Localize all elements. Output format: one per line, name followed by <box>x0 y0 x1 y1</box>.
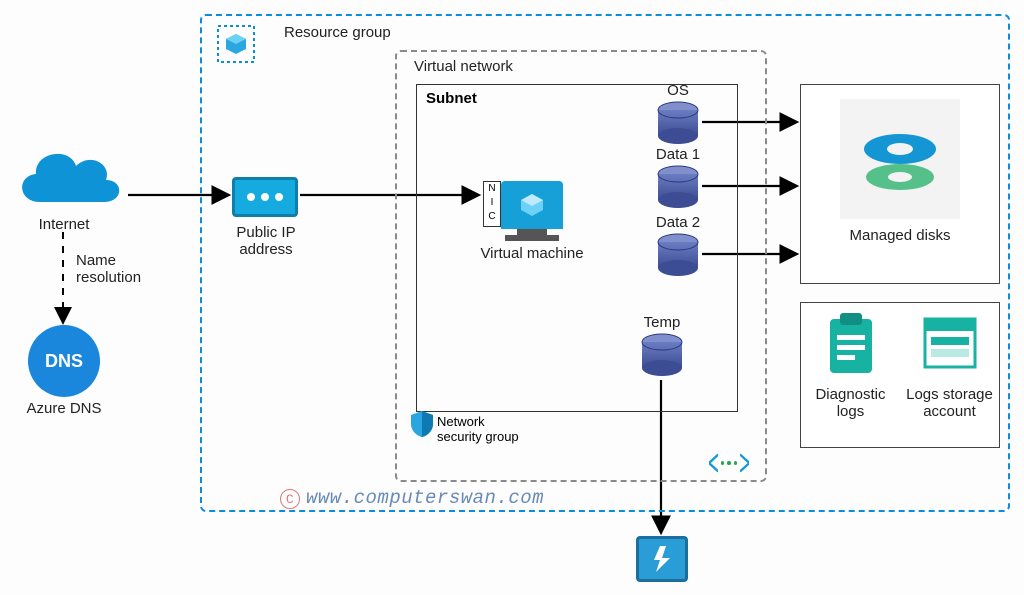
dns-label: Azure DNS <box>14 400 114 417</box>
clipboard-icon <box>826 313 876 380</box>
public-ip-label: Public IP address <box>216 224 316 258</box>
logs-storage-label: Logs storage account <box>906 386 993 420</box>
shield-icon <box>411 411 433 437</box>
resource-group-icon <box>216 24 256 64</box>
watermark-text: www.computerswan.com <box>306 487 544 509</box>
logs-card: Diagnostic logs Logs storage account <box>800 302 1000 448</box>
watermark: Cwww.computerswan.com <box>280 487 544 509</box>
storage-account-icon <box>923 313 977 380</box>
disk-data1-icon <box>656 165 700 209</box>
managed-disks-label: Managed disks <box>801 227 999 244</box>
dns-icon: DNS <box>28 325 100 397</box>
subnet-label: Subnet <box>426 90 477 107</box>
dns-badge: DNS <box>45 351 83 372</box>
logs-storage-group: Logs storage account <box>900 303 999 447</box>
vnet-peering-icon <box>709 451 749 475</box>
disk-temp-icon <box>640 333 684 377</box>
disk-os-icon <box>656 101 700 145</box>
virtual-network-label: Virtual network <box>414 58 513 75</box>
resource-group-label: Resource group <box>284 24 391 41</box>
nsg-label: Network security group <box>437 414 519 444</box>
name-resolution-label: Name resolution <box>76 252 166 286</box>
disk-data2-label: Data 2 <box>640 214 716 231</box>
managed-disks-icon <box>840 99 960 219</box>
diagnostic-logs-label: Diagnostic logs <box>815 386 885 420</box>
vm-base <box>505 235 559 241</box>
disk-temp-label: Temp <box>630 314 694 331</box>
public-ip-icon <box>232 177 298 217</box>
diagnostic-logs-group: Diagnostic logs <box>801 303 900 447</box>
disk-data1-label: Data 1 <box>640 146 716 163</box>
disk-os-label: OS <box>650 82 706 99</box>
vm-icon <box>501 181 563 229</box>
cloud-icon <box>10 142 125 214</box>
managed-disks-card: Managed disks <box>800 84 1000 284</box>
nic-label: N I C <box>483 181 501 227</box>
vm-label: Virtual machine <box>462 245 602 262</box>
disk-data2-icon <box>656 233 700 277</box>
internet-label: Internet <box>14 216 114 233</box>
temp-storage-icon <box>636 536 688 582</box>
